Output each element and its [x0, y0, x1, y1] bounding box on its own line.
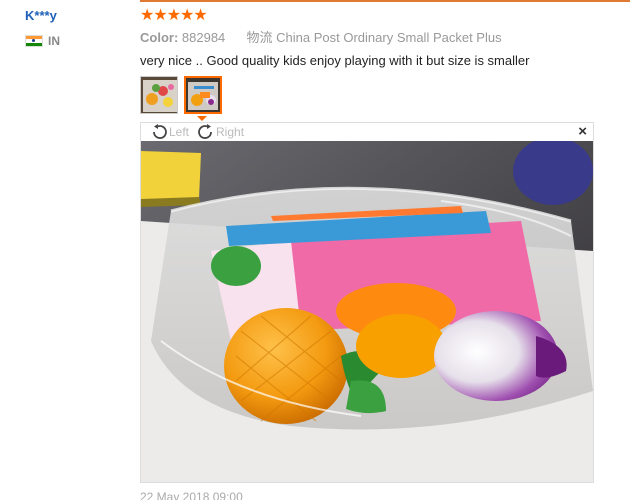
review-thumbnail-2[interactable]	[184, 76, 222, 114]
review-meta: Color: 882984 物流 China Post Ordinary Sma…	[140, 30, 595, 46]
rotate-right-label: Right	[216, 125, 245, 139]
reviewer-info: K***y IN	[25, 8, 125, 48]
star-rating: ★★★★★	[140, 7, 208, 24]
review-photo	[141, 141, 593, 482]
country-code: IN	[48, 34, 60, 48]
review-body: ★★★★★ Color: 882984 物流 China Post Ordina…	[140, 8, 595, 69]
color-value: 882984	[181, 30, 226, 45]
top-divider	[140, 0, 630, 2]
review-thumbnails	[140, 76, 222, 114]
rotate-left-label: Left	[169, 125, 190, 139]
rotate-right-button[interactable]: Right	[197, 124, 244, 140]
close-icon[interactable]: ×	[578, 124, 587, 139]
viewer-toolbar: Left Right ×	[141, 123, 593, 141]
rotate-right-icon	[198, 124, 212, 139]
india-flag-icon	[25, 35, 43, 47]
review-text: very nice .. Good quality kids enjoy pla…	[140, 53, 530, 68]
reviewer-name[interactable]: K***y	[25, 8, 125, 24]
thumbnail-pointer	[197, 116, 207, 121]
reviewer-country: IN	[25, 34, 125, 48]
color-label: Color:	[140, 30, 179, 45]
image-viewer: Left Right ×	[140, 122, 594, 483]
shipping-method: 物流 China Post Ordinary Small Packet Plus	[246, 30, 502, 45]
rotate-left-icon	[153, 124, 167, 139]
review-date: 22 May 2018 09:00	[140, 490, 243, 500]
review-thumbnail-1[interactable]	[140, 76, 178, 114]
rotate-left-button[interactable]: Left	[150, 124, 189, 140]
